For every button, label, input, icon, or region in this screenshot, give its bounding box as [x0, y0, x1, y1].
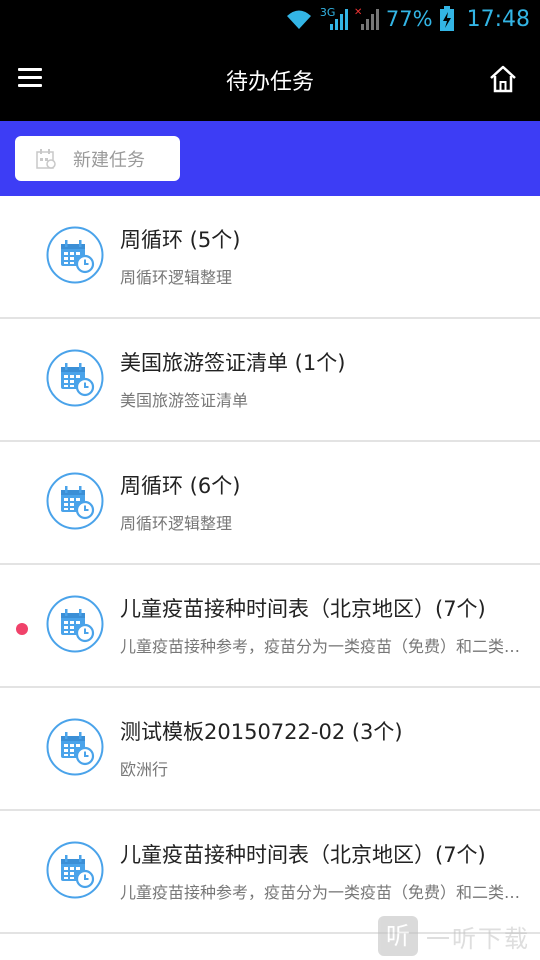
- task-title: 儿童疫苗接种时间表（北京地区）(7个): [120, 843, 486, 867]
- watermark-text: 一听下载: [426, 924, 530, 953]
- task-title: 儿童疫苗接种时间表（北京地区）(7个): [120, 597, 486, 621]
- task-list-item[interactable]: 测试模板20150722-02 (3个) 欧洲行: [0, 688, 540, 811]
- task-list-item[interactable]: 周循环 (6个) 周循环逻辑整理: [0, 442, 540, 565]
- task-subtitle: 欧洲行: [120, 760, 169, 779]
- status-bar: 3G ✕ 77% 17:48: [0, 0, 540, 38]
- task-list-item[interactable]: 美国旅游签证清单 (1个) 美国旅游签证清单: [0, 319, 540, 442]
- watermark-logo: 听 一听下载: [378, 914, 538, 958]
- clock: 17:48: [466, 6, 530, 32]
- calendar-add-icon: [36, 148, 56, 169]
- calendar-clock-icon: [46, 841, 104, 899]
- action-toolbar: 新建任务: [0, 121, 540, 196]
- calendar-clock-icon: [46, 718, 104, 776]
- unread-indicator: [16, 623, 28, 635]
- calendar-clock-icon: [46, 226, 104, 284]
- new-task-label: 新建任务: [73, 149, 145, 171]
- task-title: 测试模板20150722-02 (3个): [120, 720, 403, 744]
- task-subtitle: 儿童疫苗接种参考，疫苗分为一类疫苗（免费）和二类疫苗（自费）: [120, 883, 530, 902]
- page-title: 待办任务: [225, 70, 314, 95]
- task-title: 美国旅游签证清单 (1个): [120, 351, 346, 375]
- battery-charging-icon: [439, 6, 454, 31]
- task-title: 周循环 (6个): [120, 474, 241, 498]
- watermark-badge: 听: [378, 916, 418, 956]
- wifi-icon: [286, 10, 311, 29]
- calendar-clock-icon: [46, 472, 104, 530]
- app-bar: 待办任务: [0, 38, 540, 121]
- task-title: 周循环 (5个): [120, 228, 241, 252]
- task-list-item[interactable]: 儿童疫苗接种时间表（北京地区）(7个) 儿童疫苗接种参考，疫苗分为一类疫苗（免费…: [0, 565, 540, 688]
- new-task-button[interactable]: 新建任务: [15, 136, 180, 181]
- task-subtitle: 周循环逻辑整理: [120, 268, 233, 287]
- home-icon[interactable]: [488, 64, 518, 94]
- task-list-item[interactable]: 周循环 (5个) 周循环逻辑整理: [0, 196, 540, 319]
- battery-percent: 77%: [385, 7, 433, 31]
- task-subtitle: 儿童疫苗接种参考，疫苗分为一类疫苗（免费）和二类疫苗（自费）: [120, 637, 530, 656]
- mobile-signal-3g-icon: 3G: [320, 6, 348, 32]
- task-subtitle: 周循环逻辑整理: [120, 514, 233, 533]
- calendar-clock-icon: [46, 349, 104, 407]
- calendar-clock-icon: [46, 595, 104, 653]
- task-list: 周循环 (5个) 周循环逻辑整理 美国旅游签证清单 (1个) 美国旅游签证清单: [0, 196, 540, 934]
- task-subtitle: 美国旅游签证清单: [120, 391, 249, 410]
- svg-text:✕: ✕: [354, 7, 362, 18]
- signal-no-sim-icon: ✕: [354, 7, 379, 30]
